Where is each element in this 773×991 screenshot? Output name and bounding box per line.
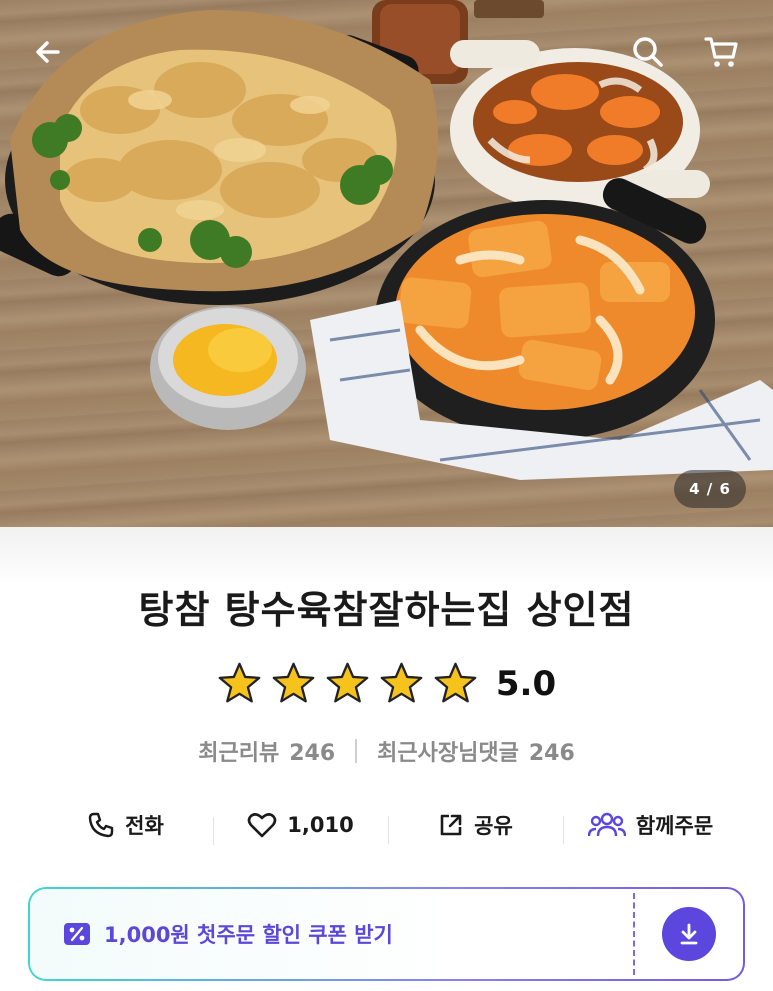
rating-value: 5.0 bbox=[495, 663, 557, 704]
star-icon bbox=[218, 662, 261, 703]
group-order-button[interactable]: 함께주문 bbox=[563, 810, 738, 844]
back-button[interactable] bbox=[26, 30, 70, 74]
store-photo-carousel[interactable]: 4 / 6 bbox=[0, 0, 773, 527]
arrow-left-icon bbox=[36, 41, 60, 63]
store-info-section: 탕참 탕수육참잘하는집 상인점 5.0 최근리뷰 246 최근사장님댓글 246 bbox=[0, 527, 773, 991]
share-label: 공유 bbox=[474, 814, 513, 838]
recent-reviews-count: 246 bbox=[289, 741, 336, 766]
heart-icon bbox=[247, 813, 277, 838]
owner-replies-label: 최근사장님댓글 bbox=[377, 741, 519, 766]
group-users-icon bbox=[587, 812, 626, 837]
star-icon bbox=[326, 662, 369, 703]
share-button[interactable]: 공유 bbox=[388, 810, 563, 844]
image-counter: 4 / 6 bbox=[674, 470, 746, 508]
call-button[interactable]: 전화 bbox=[38, 810, 213, 840]
owner-replies-count: 246 bbox=[528, 741, 575, 766]
share-icon bbox=[440, 814, 462, 836]
coupon-card: 1,000원 첫주문 할인 쿠폰 받기 bbox=[30, 889, 743, 979]
rating-row[interactable]: 5.0 bbox=[0, 661, 773, 706]
review-summary: 최근리뷰 246 최근사장님댓글 246 bbox=[0, 735, 773, 767]
star-icon bbox=[380, 662, 423, 703]
star-icon bbox=[272, 662, 315, 703]
download-icon bbox=[680, 923, 698, 945]
favorite-count: 1,010 bbox=[287, 813, 354, 837]
favorite-button[interactable]: 1,010 bbox=[213, 811, 388, 845]
group-order-label: 함께주문 bbox=[635, 814, 714, 838]
call-label: 전화 bbox=[125, 814, 164, 838]
coupon-text: 1,000원 첫주문 할인 쿠폰 받기 bbox=[104, 923, 393, 947]
star-icon bbox=[434, 662, 477, 703]
owner-replies-link[interactable]: 최근사장님댓글 246 bbox=[377, 735, 575, 767]
phone-icon bbox=[88, 812, 114, 838]
store-name: 탕참 탕수육참잘하는집 상인점 bbox=[138, 588, 635, 632]
store-detail-page: 4 / 6 탕참 탕수육참잘하는집 상인점 5.0 최근리뷰 246 최근사장님댓… bbox=[0, 0, 773, 991]
recent-reviews-link[interactable]: 최근리뷰 246 bbox=[198, 735, 335, 767]
recent-reviews-label: 최근리뷰 bbox=[198, 741, 280, 766]
food-photo bbox=[0, 0, 773, 527]
store-action-bar: 전화 1,010 공유 함께주문 bbox=[38, 805, 738, 845]
search-button[interactable] bbox=[626, 30, 670, 74]
cart-button[interactable] bbox=[700, 30, 744, 74]
search-icon bbox=[633, 37, 663, 67]
cart-icon bbox=[704, 37, 738, 67]
star-rating bbox=[217, 661, 478, 706]
coupon-download-area bbox=[635, 889, 743, 979]
divider bbox=[355, 739, 358, 763]
coupon-receive-button[interactable]: 1,000원 첫주문 할인 쿠폰 받기 bbox=[30, 889, 633, 979]
percent-coupon-icon bbox=[64, 923, 90, 945]
coupon-banner: 1,000원 첫주문 할인 쿠폰 받기 bbox=[28, 887, 745, 981]
coupon-download-button[interactable] bbox=[662, 907, 716, 961]
